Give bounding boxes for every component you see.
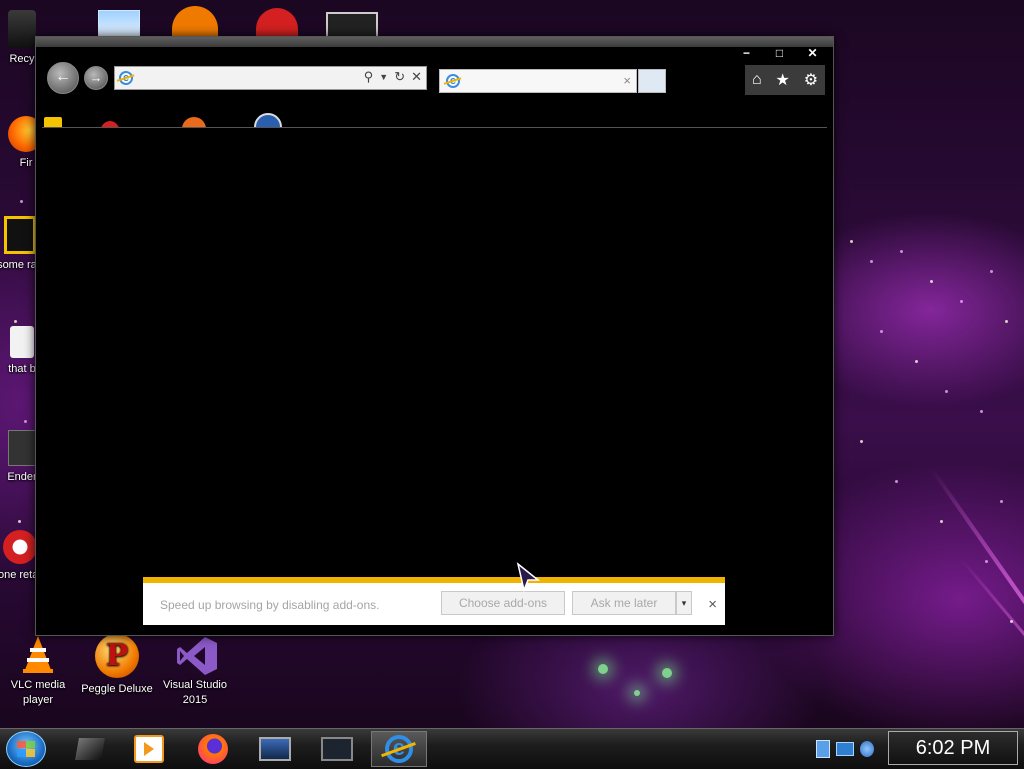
tab-close-button[interactable]: × <box>623 73 631 88</box>
choose-addons-button[interactable]: Choose add-ons <box>441 591 565 615</box>
ie-page-icon: e <box>119 71 133 85</box>
favorites-star-icon[interactable]: ★ <box>775 70 789 90</box>
favorite-compass-icon[interactable] <box>254 113 282 127</box>
favorites-bar <box>42 97 827 128</box>
address-bar[interactable]: e ⚲ ▼ ↻ ✕ <box>114 66 427 90</box>
visual-studio-icon <box>175 634 217 675</box>
internet-explorer-icon: e <box>381 735 417 763</box>
dropdown-arrow-icon[interactable]: ▼ <box>379 69 388 85</box>
desktop-icon-peggle[interactable]: P Peggle Deluxe <box>79 634 155 697</box>
window-app-icon <box>321 737 353 761</box>
favorite-folder-icon[interactable] <box>44 117 62 127</box>
peggle-icon: P <box>95 634 139 678</box>
taskbar-app-cube[interactable] <box>62 731 118 767</box>
notification-close-button[interactable]: × <box>708 596 717 613</box>
refresh-icon[interactable]: ↻ <box>394 69 405 85</box>
back-button[interactable]: ← <box>47 62 79 94</box>
search-icon[interactable]: ⚲ <box>364 69 374 85</box>
file-icon <box>10 326 34 358</box>
favorite-site-icon[interactable] <box>100 121 120 127</box>
browser-tools: ⌂ ★ ⚙ <box>745 65 825 95</box>
window-titlebar[interactable] <box>36 37 833 47</box>
tray-app-icon[interactable] <box>816 740 830 758</box>
navigation-bar: ← → e ⚲ ▼ ↻ ✕ e × ⌂ ★ ⚙ <box>42 59 827 97</box>
arrow-right-icon: → <box>89 70 103 85</box>
taskbar-app-media[interactable] <box>121 731 177 767</box>
folder-icon <box>4 216 36 254</box>
taskbar-app-firefox[interactable] <box>185 731 241 767</box>
address-input[interactable] <box>137 69 361 89</box>
taskbar-app-monitor[interactable] <box>247 731 303 767</box>
firefox-icon <box>198 734 228 764</box>
home-icon[interactable]: ⌂ <box>752 71 762 89</box>
ie-tab-icon: e <box>446 74 460 88</box>
page-content[interactable] <box>42 128 833 635</box>
mouse-cursor-icon <box>516 562 540 592</box>
desktop-icon-visual-studio[interactable]: Visual Studio 2015 <box>157 634 233 708</box>
mario-icon <box>3 530 37 564</box>
notification-message: Speed up browsing by disabling add-ons. <box>160 598 380 612</box>
addons-notification-bar: Speed up browsing by disabling add-ons. … <box>143 577 725 625</box>
system-tray <box>812 733 890 765</box>
vlc-cone-icon <box>18 634 58 674</box>
browser-tab[interactable]: e × <box>439 69 637 93</box>
desktop-icon-mail-partial[interactable] <box>98 10 140 38</box>
new-tab-button[interactable] <box>638 69 666 93</box>
monitor-icon <box>259 737 291 761</box>
forward-button[interactable]: → <box>84 66 108 90</box>
start-button[interactable] <box>6 731 46 767</box>
internet-explorer-window[interactable]: − □ ✕ ← → e ⚲ ▼ ↻ ✕ e × ⌂ ★ ⚙ <box>35 36 834 636</box>
desktop-icon-label: VLC media player <box>10 679 66 706</box>
taskbar-clock[interactable]: 6:02 PM <box>888 731 1018 765</box>
address-tools: ⚲ ▼ ↻ ✕ <box>364 69 422 85</box>
application-icon <box>8 430 36 466</box>
network-icon[interactable] <box>836 742 854 756</box>
ask-me-later-button[interactable]: Ask me later <box>572 591 676 615</box>
media-player-icon <box>134 735 164 763</box>
stop-icon[interactable]: ✕ <box>411 69 422 85</box>
ask-later-dropdown-button[interactable]: ▾ <box>676 591 692 615</box>
settings-gear-icon[interactable]: ⚙ <box>804 70 818 90</box>
desktop-icon-label: Visual Studio 2015 <box>162 679 227 706</box>
desktop-icon-label: Peggle Deluxe <box>81 683 153 695</box>
cube-app-icon <box>75 738 105 760</box>
desktop-icon-vlc[interactable]: VLC media player <box>0 634 76 708</box>
recycle-bin-icon <box>8 10 36 48</box>
arrow-left-icon: ← <box>55 68 71 85</box>
taskbar-app-window[interactable] <box>309 731 365 767</box>
taskbar: e 6:02 PM <box>0 728 1024 769</box>
taskbar-app-internet-explorer[interactable]: e <box>371 731 427 767</box>
volume-icon[interactable] <box>860 741 874 757</box>
favorite-browser-icon[interactable] <box>182 117 206 127</box>
